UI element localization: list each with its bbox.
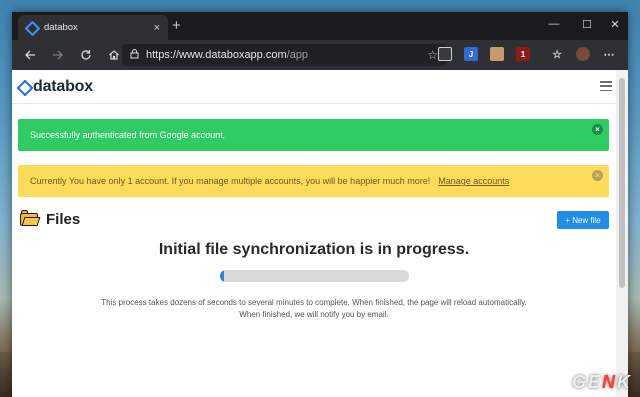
scrollbar-thumb[interactable] bbox=[619, 78, 625, 288]
j-extension-icon[interactable]: J bbox=[464, 47, 478, 61]
success-alert-close-icon[interactable]: × bbox=[592, 124, 603, 135]
tab-close-icon[interactable]: × bbox=[154, 22, 160, 34]
databox-logo[interactable]: databox bbox=[18, 78, 93, 96]
j-extension-label: J bbox=[468, 49, 474, 59]
tab-title: databox bbox=[44, 22, 78, 33]
logo-text: databox bbox=[33, 78, 93, 95]
new-file-button[interactable]: + New file bbox=[557, 211, 609, 229]
files-title: Files bbox=[46, 211, 81, 228]
databox-favicon-icon bbox=[26, 22, 37, 33]
folder-icon bbox=[20, 210, 41, 226]
url-text: https://www.databoxapp.com/app bbox=[146, 49, 427, 61]
manage-accounts-link[interactable]: Manage accounts bbox=[438, 176, 509, 186]
warning-alert: Currently You have only 1 account. If yo… bbox=[18, 165, 609, 197]
sync-status-title: Initial file synchronization is in progr… bbox=[158, 241, 470, 258]
genk-watermark: GENK bbox=[571, 372, 632, 392]
ublock-badge: 1 bbox=[520, 49, 526, 59]
sync-progress-fill bbox=[220, 270, 224, 282]
ublock-icon[interactable]: 1 bbox=[516, 47, 530, 61]
hamburger-menu-icon[interactable] bbox=[600, 81, 612, 91]
url-host: https://www.databoxapp.com bbox=[146, 49, 287, 61]
bookmark-star-icon[interactable]: ☆ bbox=[427, 48, 438, 62]
warning-alert-close-icon[interactable]: × bbox=[592, 170, 603, 181]
sync-progress-bar bbox=[220, 270, 409, 282]
refresh-icon[interactable] bbox=[72, 40, 100, 70]
lock-icon[interactable] bbox=[130, 48, 139, 62]
portrait-extension-icon[interactable] bbox=[490, 47, 504, 61]
profile-icon[interactable] bbox=[576, 47, 590, 61]
sync-description-line-2: When finished, we will notify you by ema… bbox=[239, 310, 389, 319]
new-tab-button[interactable]: + bbox=[172, 18, 181, 33]
url-path: /app bbox=[286, 49, 309, 61]
close-window-button[interactable]: ✕ bbox=[596, 12, 634, 36]
files-section-header: Files + New file bbox=[18, 210, 609, 230]
tab-strip: databox × + — ☐ ✕ bbox=[12, 12, 628, 40]
success-alert: Successfully authenticated from Google a… bbox=[18, 119, 609, 151]
tab-databox[interactable]: databox × bbox=[18, 15, 168, 40]
warning-alert-text: Currently You have only 1 account. If yo… bbox=[30, 176, 431, 186]
success-alert-text: Successfully authenticated from Google a… bbox=[30, 130, 226, 140]
browser-toolbar: https://www.databoxapp.com/app ☆ J 1 ☆ ⋯ bbox=[12, 40, 628, 70]
extension-icon[interactable] bbox=[438, 47, 452, 61]
back-icon[interactable] bbox=[16, 40, 44, 70]
more-menu-icon[interactable]: ⋯ bbox=[602, 47, 616, 61]
address-bar[interactable]: https://www.databoxapp.com/app ☆ bbox=[122, 44, 446, 66]
sync-description-line-1: This process takes dozens of seconds to … bbox=[101, 298, 527, 307]
page-content: databox Successfully authenticated from … bbox=[12, 70, 616, 397]
page-scrollbar[interactable] bbox=[616, 70, 628, 397]
favorites-icon[interactable]: ☆ bbox=[550, 47, 564, 61]
databox-logo-icon bbox=[18, 81, 30, 93]
app-header: databox bbox=[12, 70, 616, 104]
browser-window: databox × + — ☐ ✕ https://www.databoxapp… bbox=[12, 12, 628, 397]
forward-icon[interactable] bbox=[44, 40, 72, 70]
